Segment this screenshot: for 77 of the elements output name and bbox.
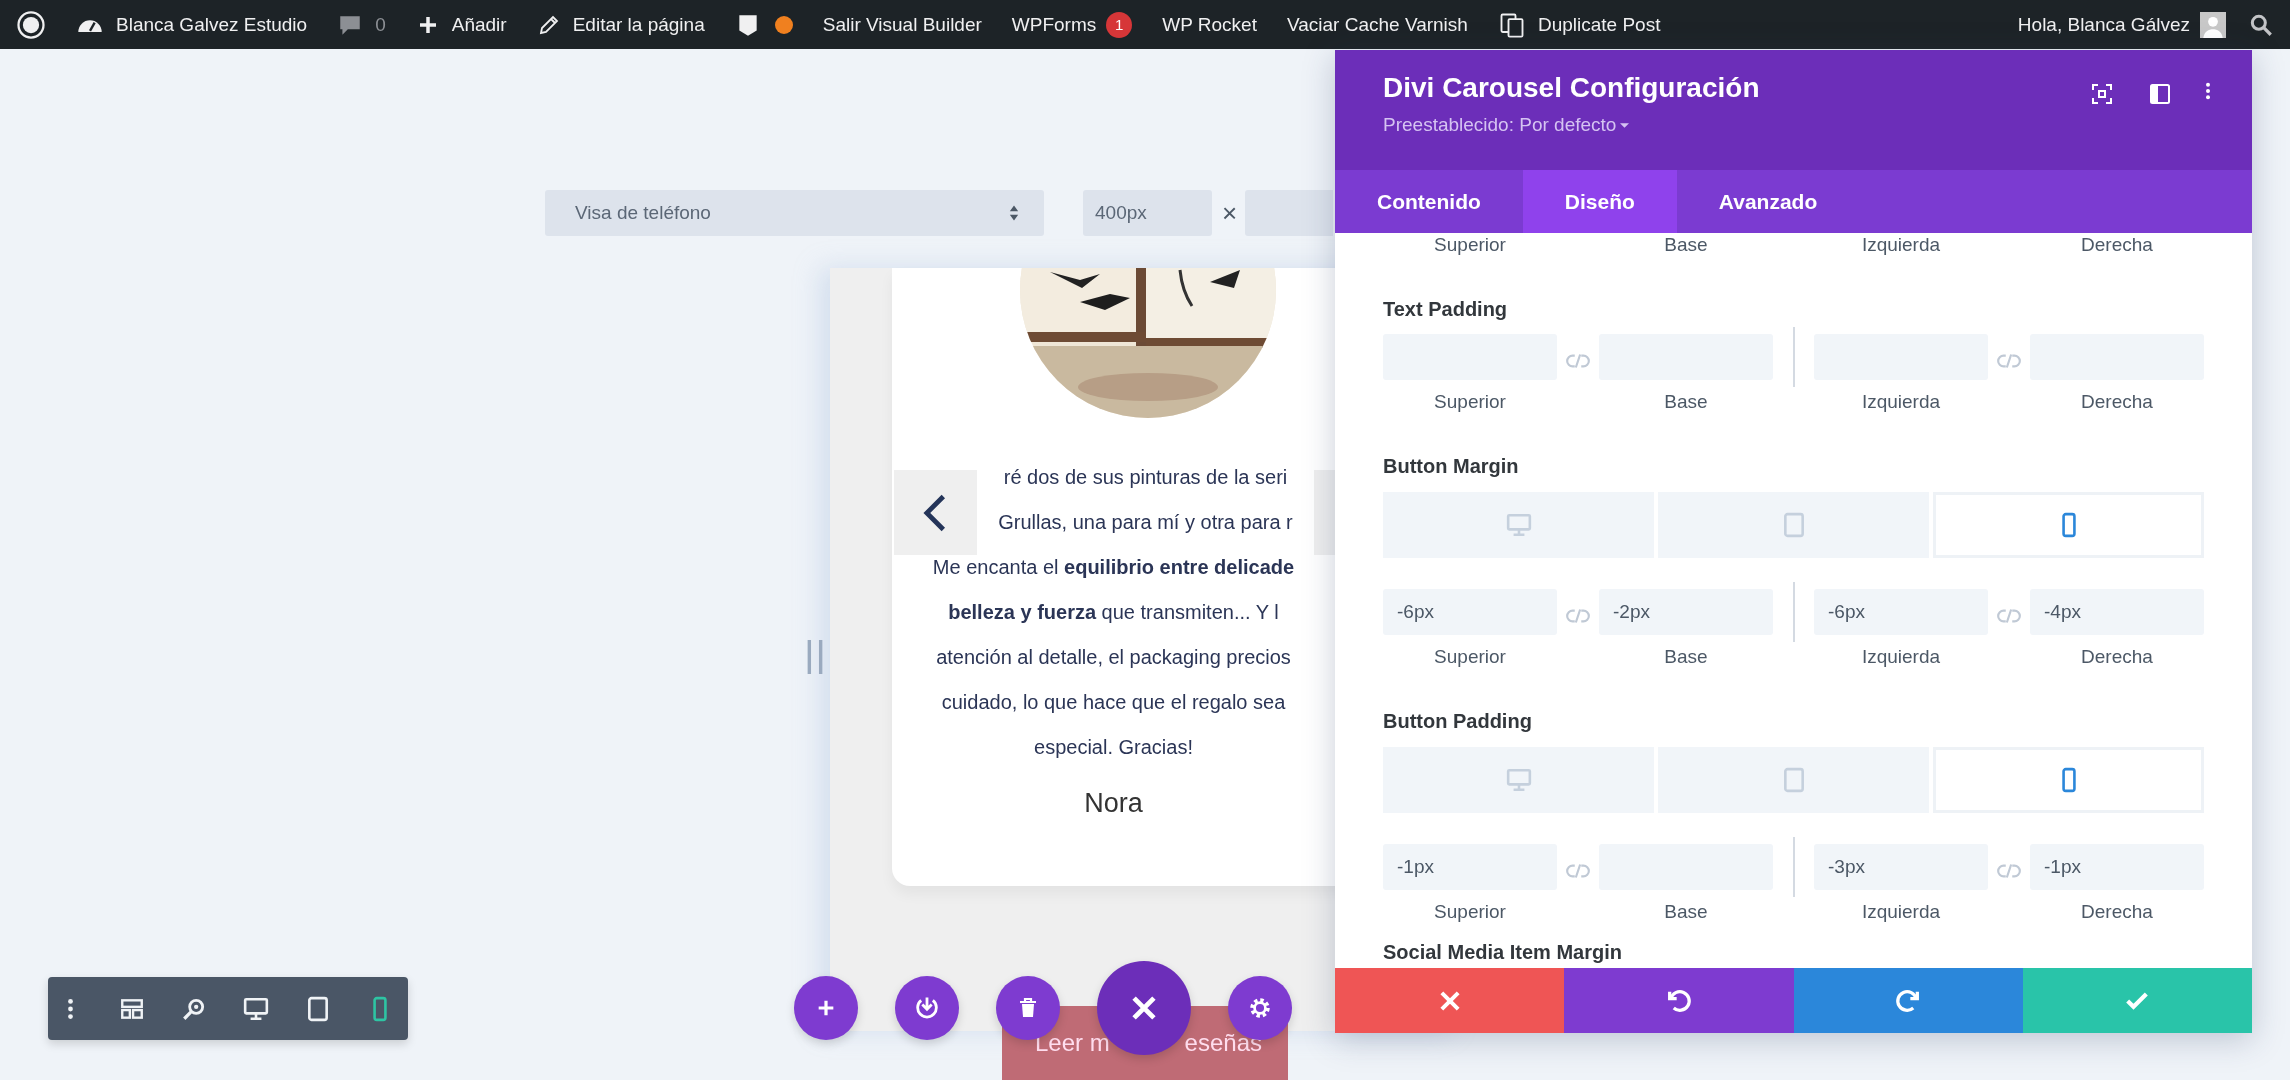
- logo-link[interactable]: [16, 9, 46, 40]
- panel-tab[interactable]: Contenido: [1335, 170, 1523, 233]
- field-label: Superior: [1433, 900, 1507, 924]
- desktop-icon: [1505, 767, 1532, 793]
- dimension-separator: ×: [1222, 197, 1238, 229]
- field-label: Superior: [1433, 645, 1507, 669]
- sidebar-icon: [2148, 82, 2172, 106]
- desktop-icon: [1505, 512, 1532, 538]
- testimonial-line: belleza y fuerza que transmiten... Y l: [947, 600, 1280, 625]
- field-label: Superior: [1433, 233, 1507, 257]
- height-field[interactable]: [1245, 190, 1334, 236]
- gear-icon: [1247, 995, 1273, 1021]
- more-icon: [2206, 82, 2210, 100]
- new-label: Añadir: [451, 13, 507, 36]
- testimonial-line: cuidado, lo que hace que el regalo sea: [940, 690, 1287, 715]
- new-link[interactable]: Añadir: [415, 12, 507, 37]
- panel-tab[interactable]: Avanzado: [1676, 170, 1860, 233]
- input-field[interactable]: -3px: [1814, 844, 1988, 890]
- edit-page-label: Editar la página: [572, 13, 705, 36]
- logo-icon: [16, 9, 46, 40]
- field-label: Base: [1663, 900, 1709, 924]
- testimonial-line: Grullas, una para mí y otra para r: [997, 510, 1294, 535]
- avatar-icon: [2200, 11, 2226, 38]
- input-field[interactable]: -6px: [1814, 589, 1988, 635]
- testimonial-line: ré dos de sus pinturas de la seri: [1002, 465, 1289, 490]
- caret-icon: [1620, 122, 1630, 128]
- width-field[interactable]: 400px: [1083, 190, 1212, 236]
- toolbar-link[interactable]: Salir Visual Builder: [822, 13, 982, 36]
- site-link[interactable]: Blanca Galvez Estudio: [76, 10, 308, 39]
- input-field[interactable]: -2px: [1599, 589, 1773, 635]
- field-label: Derecha: [2080, 645, 2154, 669]
- duplicate-label: Duplicate Post: [1537, 13, 1661, 36]
- panel-title: Divi Carousel Configuración: [1383, 71, 1760, 105]
- account-link[interactable]: Hola, Blanca Gálvez: [2017, 11, 2226, 38]
- panel-tab[interactable]: Diseño: [1522, 170, 1677, 233]
- preset-dropdown[interactable]: Preestablecido: Por defecto: [1383, 114, 1760, 136]
- toolbar-link[interactable]: WP Rocket: [1162, 13, 1257, 36]
- field-label: Izquierda: [1860, 390, 1942, 414]
- comments-link[interactable]: 0: [337, 11, 386, 38]
- edit-page-link[interactable]: Editar la página: [536, 12, 705, 37]
- input-field[interactable]: -1px: [2030, 844, 2204, 890]
- section-title: Social Media Item Margin: [1383, 940, 1623, 965]
- comment-count: 0: [375, 13, 386, 36]
- desktop-icon: [243, 995, 269, 1022]
- input-field[interactable]: -6px: [1383, 589, 1557, 635]
- forms-label: WPForms: [1011, 13, 1097, 36]
- testimonial-line: especial. Gracias!: [1033, 735, 1194, 760]
- duplicate-link[interactable]: Duplicate Post: [1497, 10, 1661, 39]
- field-label: Derecha: [2080, 233, 2154, 257]
- previous-arrow-button[interactable]: [894, 470, 977, 555]
- more-icon: [67, 998, 73, 1019]
- field-label: Derecha: [2080, 390, 2154, 414]
- input-field[interactable]: -1px: [1383, 844, 1557, 890]
- section-title: Button Margin: [1383, 454, 1520, 479]
- field-label: Base: [1663, 645, 1709, 669]
- notification-badge: 1: [1106, 11, 1133, 38]
- site-name: Blanca Galvez Estudio: [116, 13, 308, 36]
- field-label: Izquierda: [1860, 233, 1942, 257]
- add-button[interactable]: [794, 976, 858, 1040]
- account-greeting: Hola, Blanca Gálvez: [2017, 13, 2190, 36]
- field-label: Izquierda: [1860, 645, 1942, 669]
- section-title: Text Padding: [1383, 297, 1509, 322]
- focus-icon: [2090, 82, 2114, 106]
- field-label: Base: [1663, 233, 1709, 257]
- field-label: Base: [1663, 390, 1709, 414]
- section-title: Button Padding: [1383, 709, 1533, 734]
- field-label: Superior: [1433, 390, 1507, 414]
- testimonial-line: Me encanta el equilibrio entre delicade: [931, 555, 1296, 580]
- forms-link[interactable]: WPForms 1: [1011, 11, 1133, 38]
- view-select[interactable]: Visa de teléfono: [545, 190, 1044, 236]
- author-name: Nora: [1083, 787, 1144, 820]
- testimonial-line: atención al detalle, el packaging precios: [935, 645, 1292, 670]
- tablet-icon: [305, 995, 331, 1022]
- field-label: Derecha: [2080, 900, 2154, 924]
- field-label: Izquierda: [1860, 900, 1942, 924]
- input-field[interactable]: -4px: [2030, 589, 2204, 635]
- toolbar-link[interactable]: Vaciar Cache Varnish: [1286, 13, 1468, 36]
